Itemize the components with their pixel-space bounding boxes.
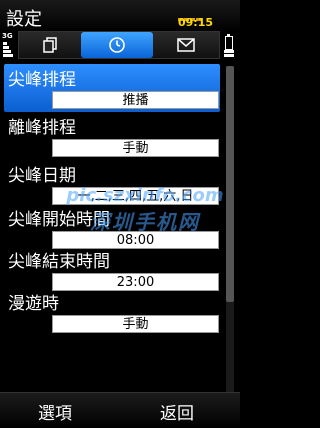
- setting-roaming[interactable]: 漫遊時 手動: [4, 288, 220, 336]
- page-title: 設定: [6, 9, 42, 30]
- watermark: pic.szxinfo.com 深圳手机网: [60, 185, 230, 235]
- documents-icon: [43, 37, 57, 53]
- title-bar: 設定 09:15: [0, 0, 240, 32]
- network-type: 3G: [2, 32, 13, 40]
- signal-strength-icon: 3G: [2, 32, 16, 60]
- envelope-icon: [177, 38, 195, 52]
- tab-documents[interactable]: [19, 32, 81, 58]
- softkey-bar: 選項 返回: [0, 392, 240, 428]
- setting-peak-end-time[interactable]: 尖峰結束時間 23:00: [4, 246, 220, 294]
- battery-icon: [222, 32, 236, 60]
- watermark-line1: pic.szxinfo.com: [66, 185, 224, 206]
- options-softkey[interactable]: 選項: [38, 399, 72, 424]
- setting-label: 尖峰結束時間: [8, 252, 110, 272]
- setting-value[interactable]: 手動: [52, 139, 219, 157]
- tab-clock[interactable]: [81, 32, 153, 58]
- clock-indicator-icon: [178, 6, 208, 21]
- setting-peak-schedule[interactable]: 尖峰排程 推播: [4, 64, 220, 112]
- setting-label: 尖峰排程: [8, 70, 76, 90]
- scrollbar-thumb[interactable]: [226, 66, 234, 302]
- tab-messages[interactable]: [153, 32, 219, 58]
- setting-label: 漫遊時: [8, 294, 59, 314]
- watermark-line2: 深圳手机网: [90, 210, 200, 234]
- setting-offpeak-schedule[interactable]: 離峰排程 手動: [4, 112, 220, 160]
- tab-bar: [18, 31, 220, 59]
- setting-value[interactable]: 推播: [52, 91, 219, 109]
- back-softkey[interactable]: 返回: [160, 399, 194, 424]
- clock-icon: [109, 37, 125, 53]
- setting-label: 離峰排程: [8, 118, 76, 138]
- clock-time: 09:15: [178, 16, 214, 29]
- setting-value[interactable]: 手動: [52, 315, 219, 333]
- setting-label: 尖峰日期: [8, 166, 76, 186]
